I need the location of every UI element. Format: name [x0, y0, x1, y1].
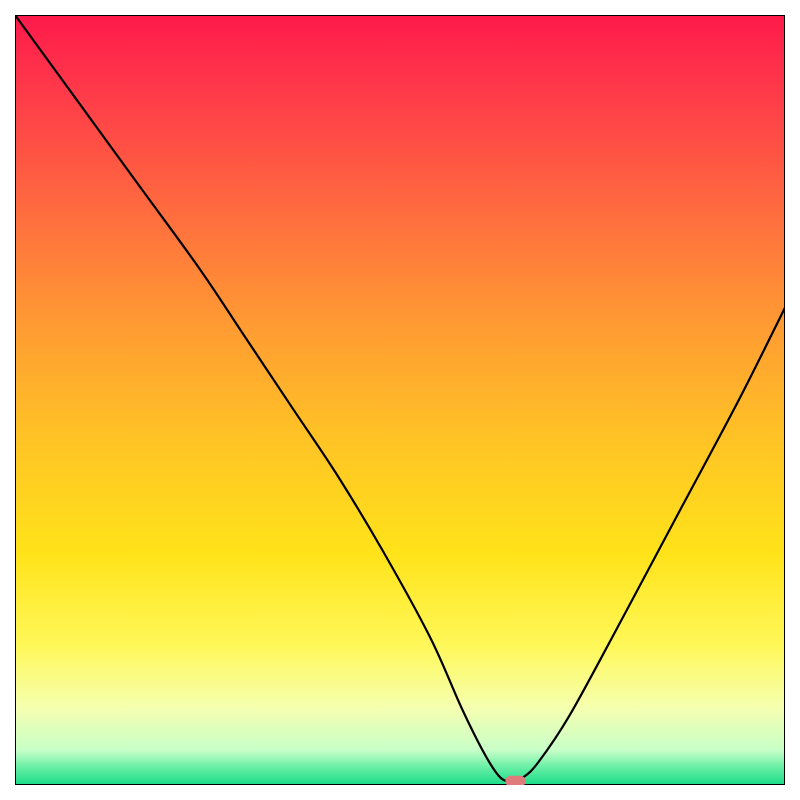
gradient-background: [15, 15, 785, 785]
optimal-marker: [505, 776, 525, 785]
bottleneck-chart: [15, 15, 785, 785]
chart-frame: TheBottleneck.com: [15, 15, 785, 785]
